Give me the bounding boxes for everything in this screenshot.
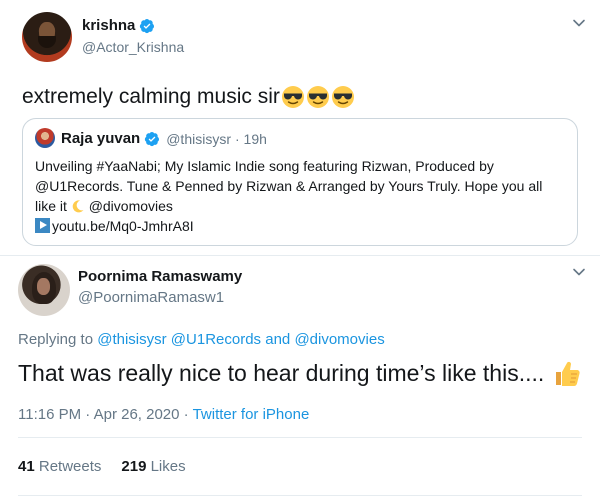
quoted-line: like it @divomovies — [35, 196, 565, 216]
tweet-source[interactable]: Twitter for iPhone — [193, 406, 310, 423]
sunglasses-emoji-icon — [331, 86, 354, 108]
author-name[interactable]: krishna — [82, 17, 135, 34]
author-handle[interactable]: @PoornimaRamasw1 — [78, 289, 224, 306]
sunglasses-emoji-icon — [281, 86, 304, 108]
sunglasses-emoji-icon — [306, 86, 329, 108]
author-name[interactable]: Poornima Ramaswamy — [78, 268, 242, 285]
tweet-text-content: That was really nice to hear during time… — [18, 359, 545, 386]
quoted-author-handle[interactable]: @thisisysr — [166, 131, 231, 147]
retweets-label: Retweets — [34, 458, 102, 475]
replying-to-label: Replying to — [18, 331, 98, 348]
quoted-line-part: like it — [35, 198, 67, 214]
quoted-author-name[interactable]: Raja yuvan — [61, 130, 140, 147]
author-handle[interactable]: @Actor_Krishna — [82, 39, 184, 55]
stats-divider — [18, 495, 582, 496]
quoted-line-part: @divomovies — [88, 198, 173, 214]
mention-link[interactable]: @thisisysr — [97, 331, 166, 348]
quoted-author-row: Raja yuvan @thisisysr · 19h — [61, 130, 267, 147]
verified-icon — [145, 131, 160, 146]
mention-conjunction: and — [265, 331, 291, 348]
play-button-icon — [35, 218, 50, 233]
avatar[interactable] — [18, 264, 70, 316]
retweets-count: 41 — [18, 458, 35, 475]
engagement-stats: 41 Retweets 219 Likes — [18, 458, 186, 475]
quoted-line: @U1Records. Tune & Penned by Rizwan & Ar… — [35, 178, 543, 194]
avatar[interactable] — [22, 12, 72, 62]
tweet-poornima: Poornima Ramaswamy @PoornimaRamasw1 Repl… — [0, 255, 600, 500]
tweet-krishna: krishna @Actor_Krishna extremely calming… — [0, 0, 600, 255]
youtube-link[interactable]: youtu.be/Mq0-JmhrA8I — [52, 218, 194, 234]
mention-link[interactable]: @U1Records — [171, 331, 261, 348]
quoted-text: Unveiling #YaaNabi; My Islamic Indie son… — [35, 156, 565, 236]
author-row: krishna — [82, 17, 155, 34]
tweet-timestamp-row: 11:16 PM · Apr 26, 2020 · Twitter for iP… — [18, 406, 309, 423]
likes-stat[interactable]: 219 Likes — [121, 458, 185, 475]
mention-link[interactable]: @divomovies — [294, 331, 384, 348]
replying-to: Replying to @thisisysr @U1Records and @d… — [18, 331, 385, 348]
quoted-line: Unveiling #YaaNabi; My Islamic Indie son… — [35, 158, 494, 174]
tweet-text: That was really nice to hear during time… — [18, 358, 582, 388]
likes-label: Likes — [146, 458, 186, 475]
thumbs-up-emoji-icon — [556, 361, 580, 386]
quoted-link-row: youtu.be/Mq0-JmhrA8I — [35, 216, 565, 236]
tweet-text-content: extremely calming music sir — [22, 85, 280, 108]
chevron-down-icon[interactable] — [572, 16, 586, 30]
tweet-timestamp[interactable]: 11:16 PM · Apr 26, 2020 · — [18, 406, 193, 423]
retweets-stat[interactable]: 41 Retweets — [18, 458, 101, 475]
quoted-tweet[interactable]: Raja yuvan @thisisysr · 19h Unveiling #Y… — [22, 118, 578, 246]
verified-icon — [140, 18, 155, 33]
chevron-down-icon[interactable] — [572, 265, 586, 279]
stats-divider — [18, 437, 582, 438]
quoted-time[interactable]: · 19h — [235, 131, 267, 147]
tweet-text: extremely calming music sir — [22, 85, 355, 109]
crescent-moon-icon — [72, 200, 84, 213]
quoted-avatar[interactable] — [35, 128, 55, 148]
likes-count: 219 — [121, 458, 147, 475]
